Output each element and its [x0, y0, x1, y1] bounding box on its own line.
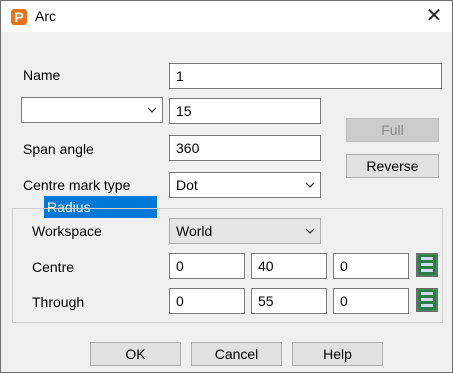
span-angle-label: Span angle — [23, 141, 94, 157]
centre-mark-select[interactable]: Dot — [169, 172, 321, 198]
chevron-down-icon — [306, 182, 314, 188]
radius-field[interactable]: 15 — [169, 98, 321, 124]
through-x-field[interactable]: 0 — [169, 288, 245, 314]
coordinate-pick-icon[interactable] — [416, 288, 438, 312]
help-button[interactable]: Help — [292, 342, 383, 366]
chevron-down-icon — [306, 228, 314, 234]
centre-y-field[interactable]: 40 — [251, 253, 327, 279]
title-bar: P Arc ✕ — [1, 1, 452, 32]
through-label: Through — [32, 294, 85, 310]
workspace-select[interactable]: World — [169, 218, 321, 244]
centre-mark-value: Dot — [176, 177, 198, 193]
name-label: Name — [23, 67, 61, 83]
workspace-label: Workspace — [32, 223, 102, 239]
coordinate-pick-glyph — [418, 255, 436, 275]
centre-x-field[interactable]: 0 — [169, 253, 245, 279]
span-angle-field[interactable]: 360 — [169, 135, 321, 161]
arc-dialog: P Arc ✕ Name 1 Radius 15 Full Span angle… — [0, 0, 453, 373]
dialog-title: Arc — [35, 8, 56, 24]
mode-select[interactable]: Radius — [21, 97, 163, 218]
coordinate-pick-icon[interactable] — [416, 253, 438, 277]
ok-button[interactable]: OK — [90, 342, 181, 366]
coordinate-pick-glyph — [418, 290, 436, 310]
app-logo-icon: P — [11, 9, 27, 25]
full-button[interactable]: Full — [346, 118, 439, 142]
name-field[interactable]: 1 — [169, 63, 442, 89]
reverse-button[interactable]: Reverse — [346, 154, 439, 178]
close-button[interactable]: ✕ — [420, 3, 448, 29]
chevron-down-icon — [148, 107, 156, 113]
workspace-value: World — [176, 223, 213, 239]
centre-mark-label: Centre mark type — [23, 177, 131, 193]
through-y-field[interactable]: 55 — [251, 288, 327, 314]
through-z-field[interactable]: 0 — [333, 288, 409, 314]
cancel-button[interactable]: Cancel — [191, 342, 282, 366]
centre-z-field[interactable]: 0 — [333, 253, 409, 279]
centre-label: Centre — [32, 259, 75, 275]
